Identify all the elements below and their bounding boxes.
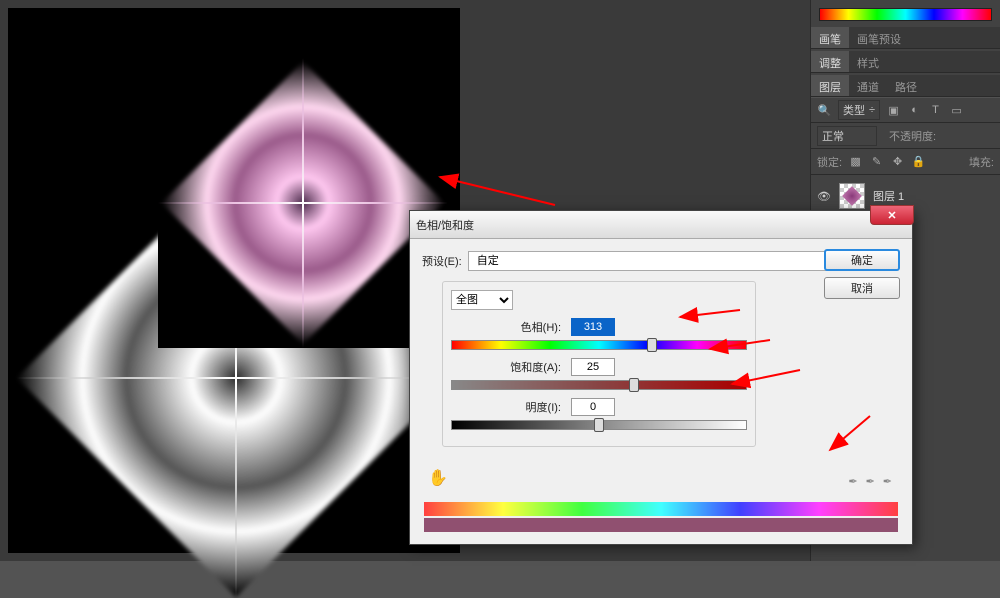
layer-filter-row: 🔍 类型÷ ▣ ◐ T ▭ — [811, 97, 1000, 123]
filter-shape-icon[interactable]: ▭ — [949, 103, 964, 118]
hand-tool-icon[interactable]: ✋ — [428, 468, 448, 488]
lock-transparent-icon[interactable]: ▩ — [848, 154, 863, 169]
hue-bars — [424, 502, 898, 532]
tab-paths[interactable]: 路径 — [887, 75, 925, 96]
layer-kind-select[interactable]: 类型÷ — [838, 100, 880, 120]
lock-all-icon[interactable]: 🔒 — [911, 154, 926, 169]
cancel-button[interactable]: 取消 — [824, 277, 900, 299]
dialog-title: 色相/饱和度 — [416, 217, 906, 233]
eyedropper-add-icon[interactable]: ✒ — [866, 475, 875, 488]
eyedropper-icon[interactable]: ✒ — [848, 475, 857, 488]
tab-layers[interactable]: 图层 — [811, 75, 849, 96]
ok-button[interactable]: 确定 — [824, 249, 900, 271]
blend-mode-select[interactable]: 正常 — [817, 126, 877, 146]
hue-label: 色相(H): — [451, 319, 571, 335]
lig-label: 明度(I): — [451, 399, 571, 415]
lig-input[interactable] — [571, 398, 615, 416]
layer-name[interactable]: 图层 1 — [873, 188, 904, 204]
brush-tabs: 画笔 画笔预设 — [811, 27, 1000, 49]
range-select[interactable]: 全图 — [451, 290, 513, 310]
visibility-icon[interactable]: 👁 — [817, 190, 831, 203]
lock-row: 锁定: ▩ ✎ ✥ 🔒 填充: — [811, 149, 1000, 175]
hue-bar-top — [424, 502, 898, 516]
chevron-down-icon: ÷ — [869, 104, 875, 116]
filter-adjust-icon[interactable]: ◐ — [907, 103, 922, 118]
hue-row: 色相(H): — [451, 318, 747, 336]
sat-row: 饱和度(A): — [451, 358, 747, 376]
close-button[interactable]: ✕ — [870, 205, 914, 225]
dialog-titlebar[interactable]: 色相/饱和度 ✕ — [410, 211, 912, 239]
tab-adjustments[interactable]: 调整 — [811, 51, 849, 72]
lig-row: 明度(I): — [451, 398, 747, 416]
sat-input[interactable] — [571, 358, 615, 376]
tab-channels[interactable]: 通道 — [849, 75, 887, 96]
preset-select[interactable]: 自定 — [468, 251, 879, 271]
blend-row: 正常 不透明度: — [811, 123, 1000, 149]
layer-thumbnail[interactable] — [839, 183, 865, 209]
filter-type-icon[interactable]: T — [928, 103, 943, 118]
lock-move-icon[interactable]: ✥ — [890, 154, 905, 169]
hue-bar-bottom — [424, 518, 898, 532]
lig-slider[interactable] — [451, 420, 747, 430]
tab-styles[interactable]: 样式 — [849, 51, 887, 72]
filter-pixel-icon[interactable]: ▣ — [886, 103, 901, 118]
adjust-tabs: 调整 样式 — [811, 51, 1000, 73]
lock-label: 锁定: — [817, 154, 842, 170]
hue-sat-dialog[interactable]: 色相/饱和度 ✕ 预设(E): 自定 ≡ 全图 色相(H): 饱和度(A): 明… — [409, 210, 913, 545]
search-icon: 🔍 — [817, 103, 832, 118]
hue-slider[interactable] — [451, 340, 747, 350]
swatches-strip[interactable] — [819, 8, 992, 21]
fill-label: 填充: — [969, 154, 994, 170]
tab-brush[interactable]: 画笔 — [811, 27, 849, 48]
sat-label: 饱和度(A): — [451, 359, 571, 375]
lock-brush-icon[interactable]: ✎ — [869, 154, 884, 169]
dialog-buttons: 确定 取消 — [824, 249, 900, 305]
eyedropper-sub-icon[interactable]: ✒ — [883, 475, 892, 488]
canvas-document[interactable] — [8, 8, 460, 553]
hue-input[interactable] — [571, 318, 615, 336]
preset-label: 预设(E): — [422, 253, 462, 269]
layers-tabs: 图层 通道 路径 — [811, 75, 1000, 97]
diamond-pink-inset — [158, 58, 448, 348]
hsl-group: 全图 色相(H): 饱和度(A): 明度(I): — [442, 281, 756, 447]
opacity-label: 不透明度: — [889, 128, 936, 144]
tab-brush-presets[interactable]: 画笔预设 — [849, 27, 909, 48]
sat-slider[interactable] — [451, 380, 747, 390]
eyedropper-tools: ✒ ✒ ✒ — [848, 475, 892, 488]
